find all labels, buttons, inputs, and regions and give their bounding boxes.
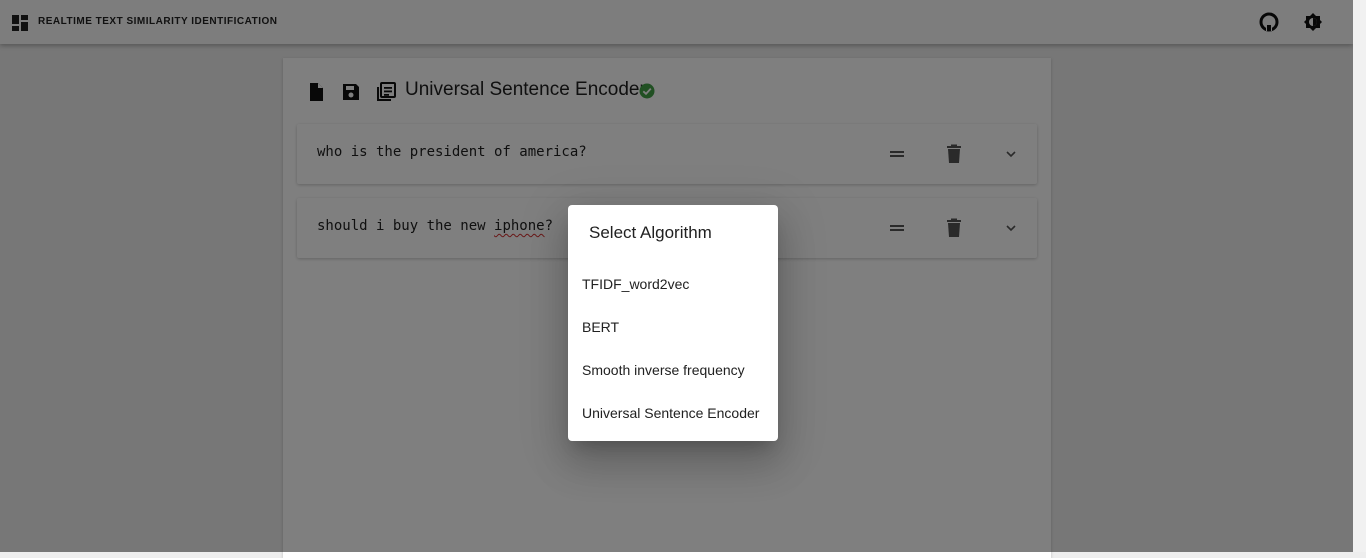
algorithm-option-use[interactable]: Universal Sentence Encoder (568, 393, 778, 433)
scrollbar[interactable] (1353, 0, 1366, 552)
select-algorithm-dialog: Select Algorithm TFIDF_word2vec BERT Smo… (568, 205, 778, 441)
algorithm-option-sif[interactable]: Smooth inverse frequency (568, 350, 778, 390)
dialog-title: Select Algorithm (589, 223, 712, 242)
algorithm-option-bert[interactable]: BERT (568, 307, 778, 347)
algorithm-option-tfidf[interactable]: TFIDF_word2vec (568, 264, 778, 304)
